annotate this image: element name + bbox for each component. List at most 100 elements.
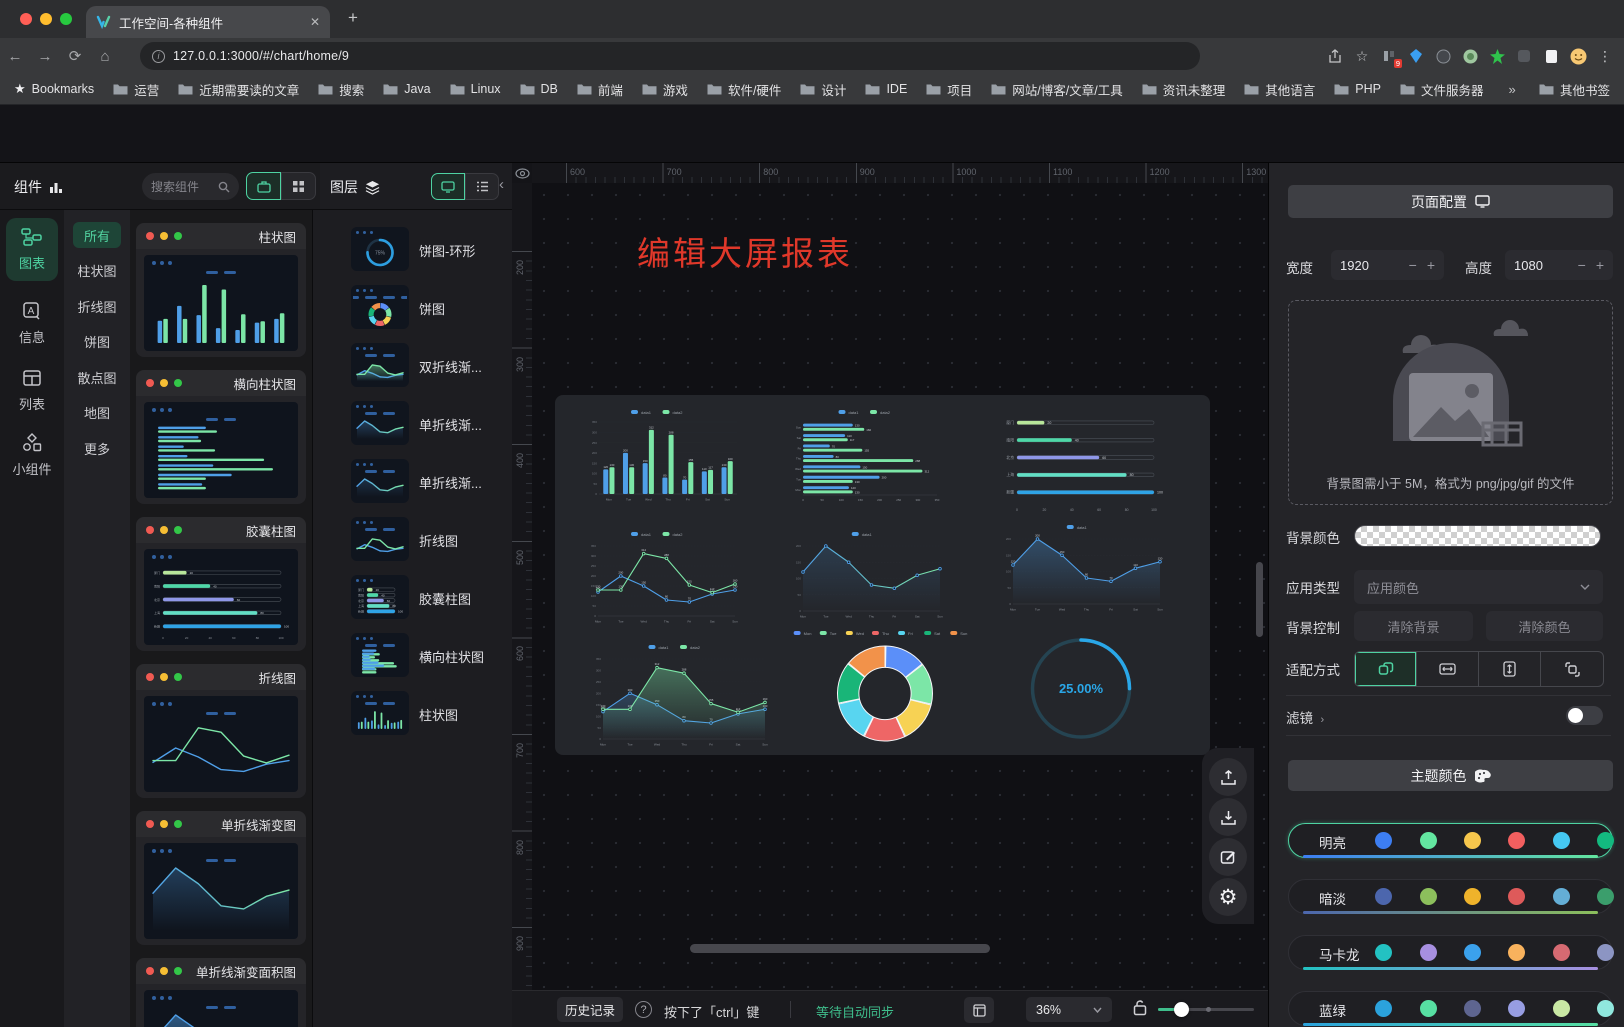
home-icon[interactable]: ⌂	[90, 48, 120, 65]
fit-width-option[interactable]	[1417, 652, 1479, 686]
category-item[interactable]: 地图	[73, 400, 121, 426]
maximize-window-button[interactable]	[60, 13, 72, 25]
app-type-select[interactable]: 应用颜色	[1354, 570, 1603, 604]
search-input[interactable]: 搜索组件	[142, 173, 239, 200]
extension-icon[interactable]	[1461, 47, 1479, 65]
theme-row[interactable]: 明亮	[1288, 823, 1613, 858]
bookmark-folder[interactable]: 其他语言	[1244, 80, 1315, 99]
category-item[interactable]: 折线图	[73, 293, 121, 319]
bookmark-folder[interactable]: 文件服务器	[1400, 80, 1484, 99]
editor-canvas[interactable]: 6007008009001000110012001300 20030040050…	[512, 163, 1268, 1027]
bookmark-folder[interactable]: 前端	[577, 80, 623, 99]
profile-avatar[interactable]	[1569, 47, 1587, 65]
bookmark-folder[interactable]: Java	[383, 82, 430, 96]
component-card[interactable]: 胶囊柱图 厦门20南阳40北京60上海80新疆100020406080100	[136, 517, 306, 657]
url-input[interactable]: i 127.0.0.1:3000/#/chart/home/9	[140, 42, 1200, 70]
other-bookmarks[interactable]: 其他书签	[1539, 80, 1610, 99]
fit-height-option[interactable]	[1479, 652, 1541, 686]
height-plus-button[interactable]: +	[1596, 257, 1604, 273]
extension-icon[interactable]	[1407, 47, 1425, 65]
share-icon[interactable]	[1326, 47, 1344, 65]
new-tab-button[interactable]: +	[348, 8, 358, 28]
zoom-slider-knob[interactable]	[1174, 1002, 1189, 1017]
bookmarks-root[interactable]: ★Bookmarks	[14, 81, 94, 97]
extensions-puzzle-icon[interactable]	[1515, 47, 1533, 65]
layer-item[interactable]: 单折线渐...	[313, 453, 513, 511]
zoom-select[interactable]: 36%	[1026, 997, 1112, 1022]
browser-menu-icon[interactable]: ⋮	[1596, 47, 1614, 65]
grid-view-toggle[interactable]	[281, 172, 316, 200]
import-button[interactable]	[1209, 798, 1247, 836]
canvas-chart-area2[interactable]: data1data2050100150200250300350MonTueWed…	[590, 643, 770, 748]
theme-row[interactable]: 蓝绿	[1288, 991, 1613, 1026]
category-item[interactable]: 柱状图	[73, 258, 121, 284]
filter-toggle[interactable]	[1566, 706, 1603, 725]
dashboard-board[interactable]: data1data2050100150200250300350MonTueWed…	[555, 395, 1210, 755]
layers-list-view-toggle[interactable]	[465, 173, 499, 200]
bookmark-folder[interactable]: 网站/博客/文章/工具	[991, 80, 1122, 99]
extension-icon[interactable]: 9	[1380, 47, 1398, 65]
bookmark-folder[interactable]: 资讯未整理	[1142, 80, 1226, 99]
component-card[interactable]: 折线图	[136, 664, 306, 804]
component-card[interactable]: 柱状图	[136, 223, 306, 363]
canvas-chart-line2[interactable]: data1data2050100150200250300350MonTueWed…	[585, 530, 740, 625]
canvas-chart-pie[interactable]: MonTueWedThuFriSatSun	[790, 628, 980, 746]
collapse-panel-icon[interactable]: ‹	[499, 176, 504, 193]
canvas-chart-gauge[interactable]: 25.00%	[1017, 628, 1145, 743]
bookmark-folder[interactable]: PHP	[1334, 82, 1381, 96]
minimize-window-button[interactable]	[40, 13, 52, 25]
extension-icon[interactable]	[1542, 47, 1560, 65]
nav-item-info[interactable]: A 信息	[6, 292, 58, 355]
width-stepper[interactable]: 1920 −+	[1331, 250, 1444, 280]
theme-row[interactable]: 马卡龙	[1288, 935, 1613, 970]
canvas-vertical-scrollbar[interactable]	[1256, 562, 1263, 637]
canvas-chart-bar[interactable]: data1data2050100150200250300350MonTueWed…	[585, 408, 740, 503]
nav-item-widgets[interactable]: 小组件	[6, 424, 58, 487]
bookmark-star-icon[interactable]: ☆	[1353, 47, 1371, 65]
bookmark-folder[interactable]: 设计	[800, 80, 846, 99]
height-stepper[interactable]: 1080 −+	[1505, 250, 1613, 280]
site-info-icon[interactable]: i	[152, 50, 165, 63]
browser-tab[interactable]: 工作空间-各种组件 ✕	[86, 6, 330, 38]
bookmark-folder[interactable]: 近期需要读的文章	[178, 80, 299, 99]
reload-icon[interactable]: ⟳	[60, 47, 90, 65]
canvas-title-text[interactable]: 编辑大屏报表	[637, 227, 853, 275]
extension-icon[interactable]	[1434, 47, 1452, 65]
bg-color-swatch[interactable]	[1354, 525, 1601, 547]
bookmark-folder[interactable]: DB	[520, 82, 558, 96]
settings-gear-icon[interactable]: ⚙	[1209, 878, 1247, 916]
bookmark-folder[interactable]: 软件/硬件	[707, 80, 781, 99]
page-config-header[interactable]: 页面配置	[1288, 185, 1613, 218]
fit-stretch-option[interactable]	[1541, 652, 1603, 686]
theme-color-header[interactable]: 主题颜色	[1288, 760, 1613, 791]
width-plus-button[interactable]: +	[1427, 257, 1435, 273]
export-button[interactable]	[1209, 758, 1247, 796]
bookmarks-overflow-icon[interactable]: »	[1508, 82, 1515, 97]
bookmark-folder[interactable]: Linux	[450, 82, 501, 96]
tab-close-icon[interactable]: ✕	[310, 15, 320, 29]
clear-background-button[interactable]: 清除背景	[1354, 611, 1473, 641]
category-item[interactable]: 饼图	[73, 329, 121, 355]
lock-icon[interactable]	[1133, 999, 1147, 1016]
layer-item[interactable]: 柱状图	[313, 685, 513, 743]
bookmark-folder[interactable]: IDE	[865, 82, 907, 96]
bookmark-folder[interactable]: 游戏	[642, 80, 688, 99]
layer-item[interactable]: 厦门20南阳40北京60上海80新疆100 胶囊柱图	[313, 569, 513, 627]
layers-thumbnail-view-toggle[interactable]	[431, 173, 465, 200]
theme-row[interactable]: 暗淡	[1288, 879, 1613, 914]
canvas-chart-capsule[interactable]: 厦门20南阳40北京60上海80新疆100020406080100	[1000, 408, 1168, 513]
canvas-horizontal-scrollbar[interactable]	[690, 944, 990, 953]
fit-scale-option[interactable]	[1355, 652, 1417, 686]
back-icon[interactable]: ←	[0, 48, 30, 65]
width-minus-button[interactable]: −	[1409, 257, 1417, 273]
layer-item[interactable]: 饼图	[313, 279, 513, 337]
layout-toggle-button[interactable]	[964, 997, 994, 1023]
category-item[interactable]: 散点图	[73, 364, 121, 390]
edit-button[interactable]	[1209, 838, 1247, 876]
component-card[interactable]: 横向柱状图	[136, 370, 306, 510]
category-item[interactable]: 所有	[73, 222, 121, 248]
layer-item[interactable]: 折线图	[313, 511, 513, 569]
component-card[interactable]: 单折线渐变图	[136, 811, 306, 951]
height-minus-button[interactable]: −	[1578, 257, 1586, 273]
canvas-chart-area1[interactable]: data1050100150200MonTueWedThuFriSatSun12…	[1000, 523, 1165, 613]
